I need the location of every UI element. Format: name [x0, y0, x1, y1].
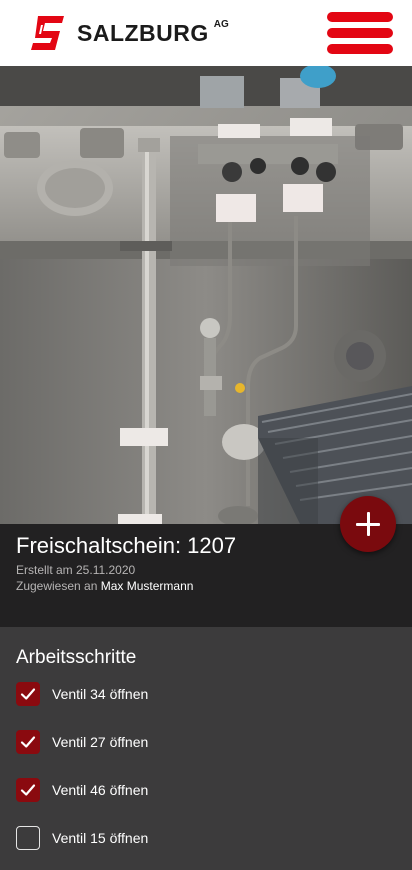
app-header: SALZBURG AG [0, 0, 412, 66]
brand-logo[interactable]: SALZBURG AG [30, 14, 229, 52]
work-steps-section: Arbeitsschritte Ventil 34 öffnen Ventil … [0, 627, 412, 870]
step-checkbox[interactable] [16, 826, 40, 850]
step-checkbox[interactable] [16, 682, 40, 706]
assignment-line: Zugewiesen an Max Mustermann [16, 579, 193, 593]
checkmark-icon [20, 784, 36, 796]
assigned-label: Zugewiesen an [16, 579, 98, 593]
ticket-title: Freischaltschein: 1207 [16, 533, 237, 558]
step-item[interactable]: Ventil 46 öffnen [16, 778, 148, 802]
step-checkbox[interactable] [16, 730, 40, 754]
step-checkbox[interactable] [16, 778, 40, 802]
step-item[interactable]: Ventil 27 öffnen [16, 730, 148, 754]
step-item[interactable]: Ventil 34 öffnen [16, 682, 148, 706]
created-date: Erstellt am 25.11.2020 [16, 563, 136, 577]
checkmark-icon [20, 736, 36, 748]
brand-suffix: AG [213, 18, 229, 30]
steps-heading: Arbeitsschritte [16, 647, 137, 668]
checkmark-icon [20, 688, 36, 700]
add-step-button[interactable] [340, 496, 396, 552]
industrial-valve-photo [0, 66, 412, 524]
assignee-name[interactable]: Max Mustermann [101, 579, 194, 593]
hero-photo [0, 66, 412, 524]
brand-name: SALZBURG [77, 19, 209, 46]
step-label: Ventil 34 öffnen [52, 686, 149, 702]
step-item[interactable]: Ventil 15 öffnen [16, 826, 148, 850]
step-label: Ventil 46 öffnen [52, 782, 149, 798]
step-label: Ventil 27 öffnen [52, 734, 149, 750]
step-label: Ventil 15 öffnen [52, 830, 149, 846]
salzburg-ag-logo-icon [31, 16, 64, 50]
hamburger-menu-icon[interactable] [327, 12, 393, 54]
